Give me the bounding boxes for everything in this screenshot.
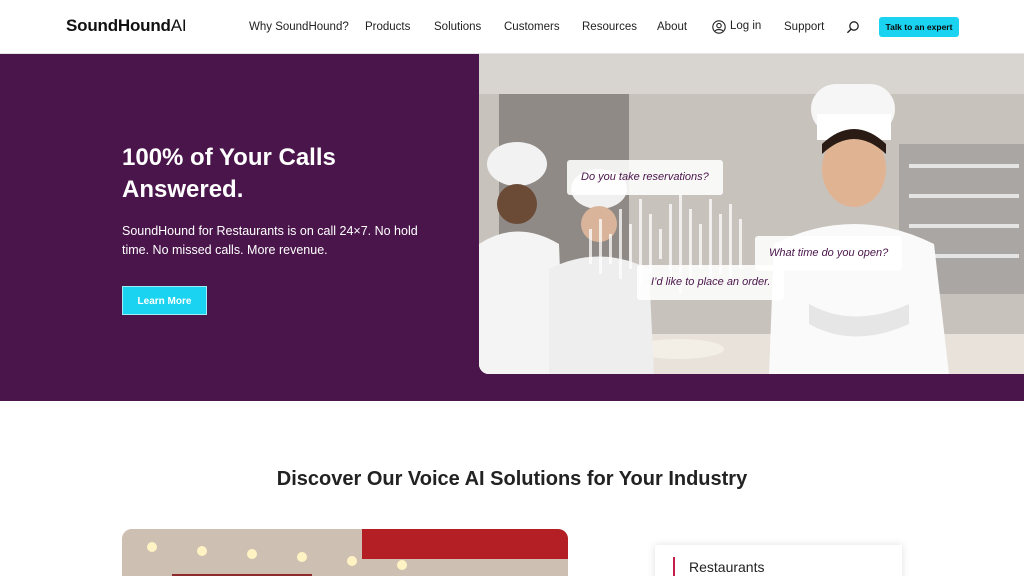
active-tab-indicator [673,557,675,576]
chat-bubble-reservations: Do you take reservations? [567,160,723,195]
logo[interactable]: SoundHoundAI [66,16,187,36]
nav-login[interactable]: Log in [730,20,761,32]
nav-products[interactable]: Products [365,21,410,33]
site-header: SoundHoundAI Why SoundHound? Products So… [0,0,1024,54]
section-title: Discover Our Voice AI Solutions for Your… [276,468,748,490]
hero-section: 100% of Your Calls Answered. SoundHound … [0,54,1024,401]
tab-restaurants[interactable]: Restaurants [655,545,902,576]
industry-image [122,529,568,576]
search-icon[interactable] [846,20,860,34]
nav-support[interactable]: Support [784,21,824,33]
kitchen-illustration [479,54,1024,374]
nav-about[interactable]: About [657,21,687,33]
learn-more-button[interactable]: Learn More [122,286,207,315]
logo-suffix: AI [170,16,187,35]
tab-label: Restaurants [689,559,765,575]
restaurant-interior-illustration [122,529,568,576]
nav-resources[interactable]: Resources [582,21,637,33]
hero-title: 100% of Your Calls Answered. [122,144,336,203]
hero-image-chefs: Do you take reservations? What time do y… [479,54,1024,374]
chat-bubble-place-order: I’d like to place an order. [637,265,785,300]
nav-customers[interactable]: Customers [504,21,560,33]
nav-why-soundhound[interactable]: Why SoundHound? [249,21,349,33]
logo-wordmark: SoundHound [66,16,171,35]
talk-to-expert-button[interactable]: Talk to an expert [879,17,959,37]
user-circle-icon[interactable] [712,20,726,34]
hero-subtitle: SoundHound for Restaurants is on call 24… [122,224,418,257]
nav-solutions[interactable]: Solutions [434,21,481,33]
